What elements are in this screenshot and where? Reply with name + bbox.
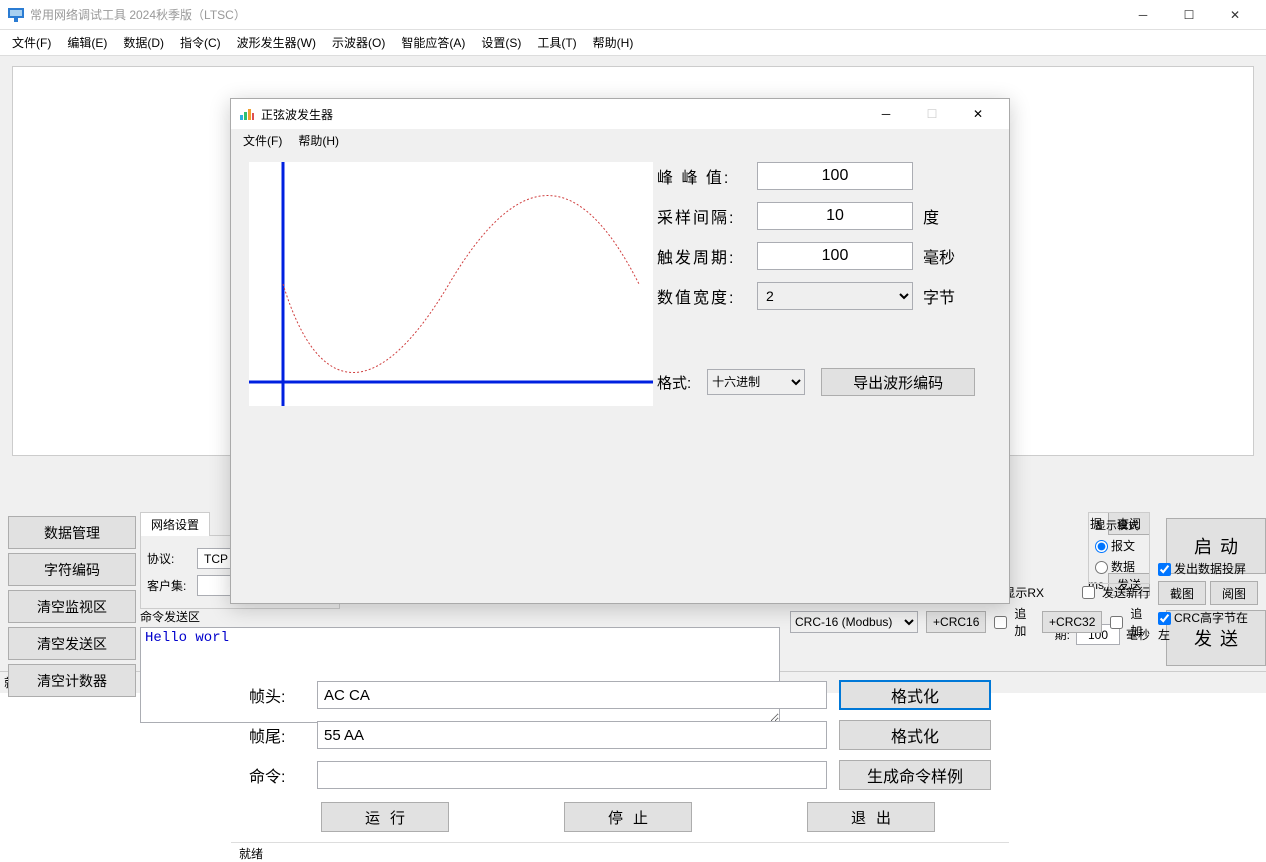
samp-input[interactable] (757, 202, 913, 230)
main-title: 常用网络调试工具 2024秋季版（LTSC） (30, 6, 1120, 23)
main-titlebar: 常用网络调试工具 2024秋季版（LTSC） ─ ☐ ✕ (0, 0, 1266, 30)
trig-input[interactable] (757, 242, 913, 270)
menu-file[interactable]: 文件(F) (4, 30, 59, 55)
chart-icon (239, 107, 255, 121)
client-label: 客户集: (147, 577, 197, 594)
samp-unit: 度 (923, 204, 939, 228)
cmd-label: 命令: (249, 763, 317, 787)
dialog-title: 正弦波发生器 (261, 106, 863, 123)
tail-label: 帧尾: (249, 723, 317, 747)
sine-plot (249, 162, 653, 406)
display-mode-title: 显示模式 (1095, 517, 1143, 533)
dlg-menu-help[interactable]: 帮助(H) (290, 129, 347, 152)
menu-ai[interactable]: 智能应答(A) (393, 30, 473, 55)
menu-data[interactable]: 数据(D) (115, 30, 172, 55)
append2-check[interactable]: 追加 (1110, 605, 1150, 639)
menu-edit[interactable]: 编辑(E) (59, 30, 115, 55)
gen-cmd-button[interactable]: 生成命令样例 (839, 760, 991, 790)
disp-msg-radio[interactable]: 报文 (1095, 537, 1143, 554)
dlg-close-button[interactable]: ✕ (955, 99, 1001, 129)
sine-generator-dialog: 正弦波发生器 ─ ☐ ✕ 文件(F) 帮助(H) 峰 峰 值: 采样间隔: 度 (230, 98, 1010, 604)
width-select[interactable]: 2 (757, 282, 913, 310)
proto-label: 协议: (147, 550, 197, 567)
app-icon (8, 8, 24, 22)
clear-counter-button[interactable]: 清空计数器 (8, 664, 136, 697)
exit-button[interactable]: 退出 (807, 802, 935, 832)
format-tail-button[interactable]: 格式化 (839, 720, 991, 750)
pp-label: 峰 峰 值: (657, 164, 757, 188)
minimize-button[interactable]: ─ (1120, 0, 1166, 30)
dlg-menu-file[interactable]: 文件(F) (235, 129, 290, 152)
format-head-button[interactable]: 格式化 (839, 680, 991, 710)
head-label: 帧头: (249, 683, 317, 707)
menu-settings[interactable]: 设置(S) (473, 30, 529, 55)
project-check[interactable]: 发出数据投屏 (1158, 560, 1258, 577)
char-encode-button[interactable]: 字符编码 (8, 553, 136, 586)
close-button[interactable]: ✕ (1212, 0, 1258, 30)
maximize-button[interactable]: ☐ (1166, 0, 1212, 30)
pp-input[interactable] (757, 162, 913, 190)
crc-high-check[interactable]: CRC高字节在左 (1158, 609, 1258, 643)
menu-cmd[interactable]: 指令(C) (172, 30, 229, 55)
main-menubar: 文件(F) 编辑(E) 数据(D) 指令(C) 波形发生器(W) 示波器(O) … (0, 30, 1266, 56)
trig-unit: 毫秒 (923, 244, 955, 268)
view-button[interactable]: 阅图 (1210, 581, 1258, 605)
head-input[interactable] (317, 681, 827, 709)
width-label: 数值宽度: (657, 284, 757, 308)
clear-monitor-button[interactable]: 清空监视区 (8, 590, 136, 623)
export-wave-button[interactable]: 导出波形编码 (821, 368, 975, 396)
newline-check[interactable]: 发送新行 (1082, 584, 1150, 601)
stop-button[interactable]: 停止 (564, 802, 692, 832)
data-manage-button[interactable]: 数据管理 (8, 516, 136, 549)
clear-send-button[interactable]: 清空发送区 (8, 627, 136, 660)
trig-label: 触发周期: (657, 244, 757, 268)
fmt-select[interactable]: 十六进制 (707, 369, 805, 395)
menu-wavegen[interactable]: 波形发生器(W) (229, 30, 324, 55)
width-unit: 字节 (923, 284, 955, 308)
menu-tools[interactable]: 工具(T) (529, 30, 584, 55)
screenshot-button[interactable]: 截图 (1158, 581, 1206, 605)
fmt-label: 格式: (657, 372, 691, 393)
menu-help[interactable]: 帮助(H) (585, 30, 642, 55)
disp-data-radio[interactable]: 数据 (1095, 558, 1143, 575)
tail-input[interactable] (317, 721, 827, 749)
cmd-input[interactable] (317, 761, 827, 789)
dlg-minimize-button[interactable]: ─ (863, 99, 909, 129)
samp-label: 采样间隔: (657, 204, 757, 228)
dlg-maximize-button[interactable]: ☐ (909, 99, 955, 129)
menu-scope[interactable]: 示波器(O) (324, 30, 393, 55)
dialog-status: 就绪 (231, 842, 1009, 862)
tab-network[interactable]: 网络设置 (140, 512, 210, 536)
crc32-button[interactable]: +CRC32 (1042, 611, 1102, 633)
run-button[interactable]: 运行 (321, 802, 449, 832)
